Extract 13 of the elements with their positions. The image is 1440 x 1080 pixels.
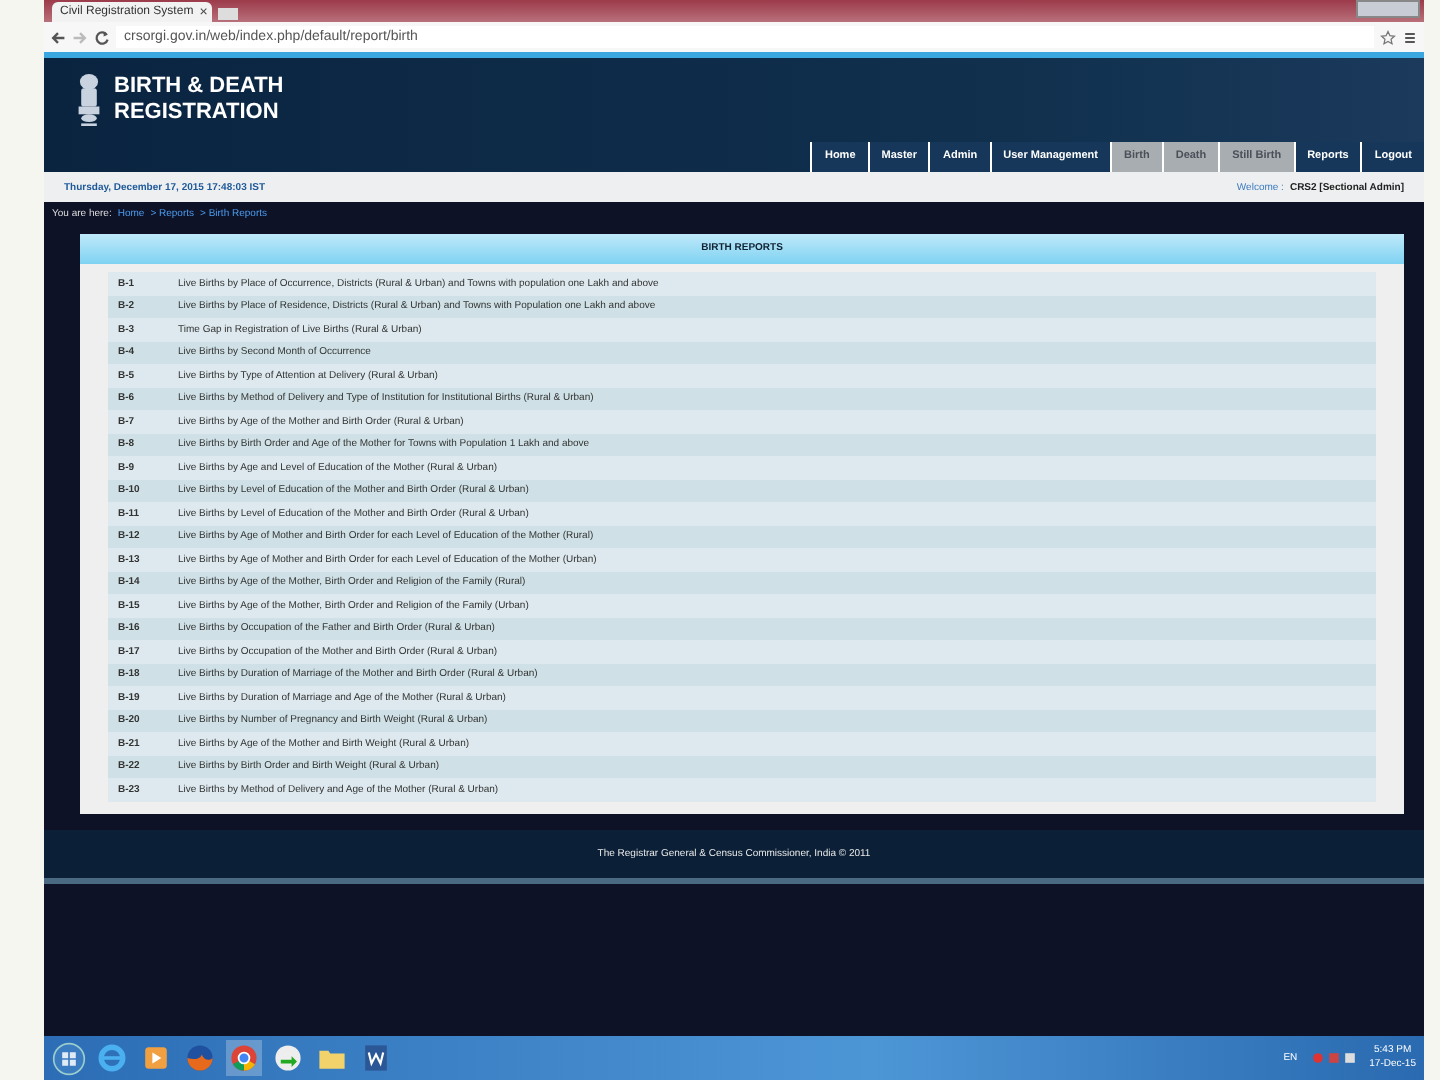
reload-icon[interactable] — [94, 29, 110, 45]
emblem-drawing — [76, 70, 102, 130]
back-arrow-icon[interactable] — [50, 29, 66, 45]
arrow-circle-icon[interactable] — [270, 1040, 306, 1076]
site-title: REGISTRATION — [114, 100, 281, 126]
tray-icons[interactable] — [1309, 1050, 1358, 1066]
browser-e-icon[interactable] — [94, 1040, 130, 1076]
star-icon[interactable] — [1380, 29, 1396, 45]
site-title: BIRTH & DEATH — [114, 74, 284, 100]
fox-globe-icon[interactable] — [182, 1040, 218, 1076]
chrome-icon[interactable] — [226, 1040, 262, 1076]
menu-icon[interactable] — [1402, 29, 1418, 45]
start-orb-icon[interactable] — [52, 1041, 86, 1075]
